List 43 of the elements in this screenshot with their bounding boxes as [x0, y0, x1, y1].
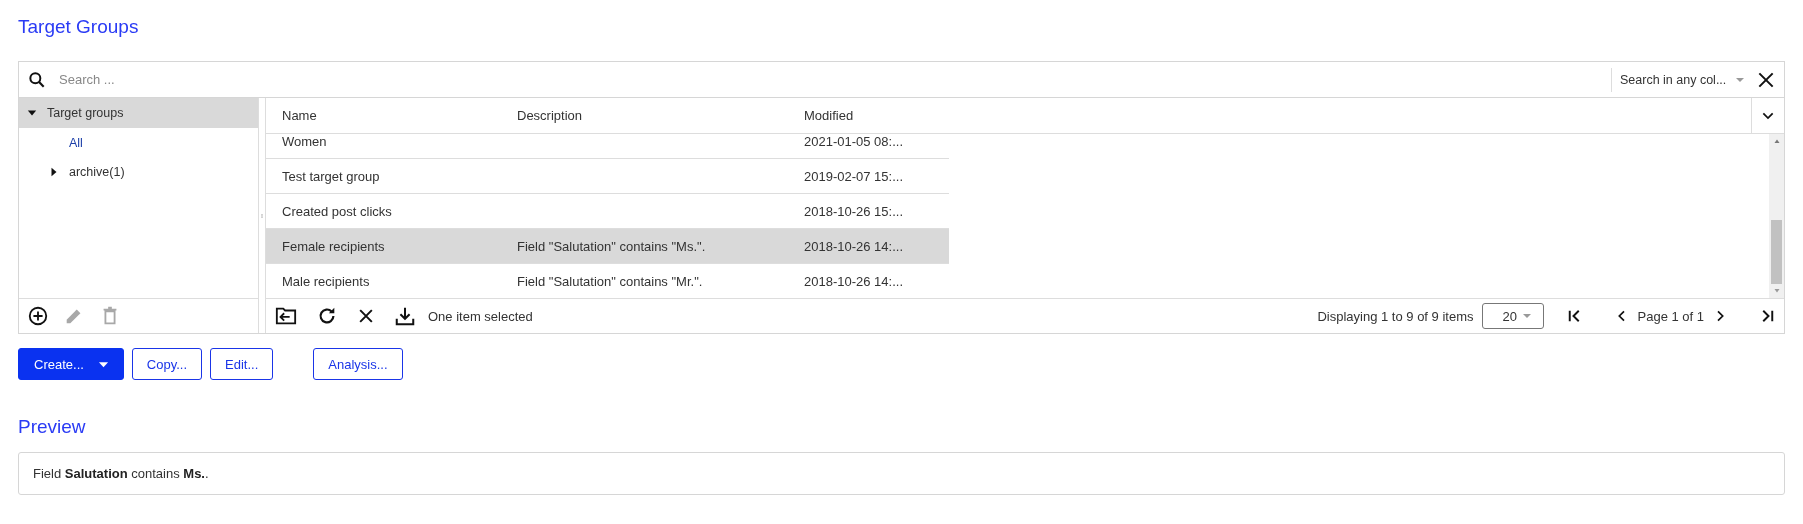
scroll-up-icon[interactable]: [1772, 138, 1781, 144]
column-header[interactable]: Modified: [788, 108, 949, 123]
download-icon[interactable]: [394, 305, 416, 327]
action-button[interactable]: Edit...: [210, 348, 274, 380]
tree-item[interactable]: archive(1): [19, 157, 258, 186]
table-cell-text: Field "Salutation" contains "Ms.".: [516, 238, 707, 254]
table-cell-text: 2018-10-26 15:...: [803, 203, 905, 219]
search-scope-dropdown[interactable]: Search in any col...: [1611, 67, 1746, 92]
table-row[interactable]: Female recipients Field "Salutation" contains "Ms.". 2018-10-26 14:...: [266, 229, 949, 264]
search-field[interactable]: Search ...: [57, 66, 1601, 93]
table-cell-text: 2018-10-26 14:...: [803, 238, 905, 254]
tree-item[interactable]: All: [19, 128, 258, 157]
page-size-dropdown[interactable]: 20: [1481, 303, 1544, 329]
table-cell-text: Field "Salutation" contains "Mr.".: [516, 273, 704, 289]
search-icon: [27, 69, 47, 90]
table-row[interactable]: Women 2021-01-05 08:...: [266, 134, 949, 159]
table-cell-text: 2019-02-07 15:...: [803, 168, 905, 184]
selection-status: One item selected: [428, 308, 533, 324]
add-icon[interactable]: [27, 305, 49, 327]
table-row[interactable]: Test target group 2019-02-07 15:...: [266, 159, 949, 194]
section-heading: Preview: [18, 416, 86, 437]
section-heading: Target Groups: [18, 16, 139, 37]
caret-down-icon[interactable]: [27, 108, 37, 118]
table-cell-text: Female recipients: [281, 238, 386, 254]
scrollbar-thumb[interactable]: [1771, 220, 1782, 284]
scrollbar[interactable]: [1769, 134, 1784, 298]
table-cell-text: Created post clicks: [281, 203, 393, 219]
table-cell-text: Women: [281, 134, 328, 149]
tree-item[interactable]: Target groups: [19, 98, 258, 128]
paging-summary: Displaying 1 to 9 of 9 items: [1317, 308, 1474, 324]
folder-move-icon[interactable]: [274, 305, 298, 327]
column-header[interactable]: Name: [266, 108, 501, 123]
caret-right-icon[interactable]: [49, 166, 59, 177]
table-cell-text: Male recipients: [281, 273, 371, 289]
preview-text: Field Salutation contains Ms..: [33, 466, 209, 481]
table-cell-text: 2018-10-26 14:...: [803, 273, 905, 289]
table-cell-text: 2021-01-05 08:...: [803, 134, 905, 149]
column-header[interactable]: Description: [501, 108, 788, 123]
table-cell-text: Test target group: [281, 168, 381, 184]
page-indicator: Page 1 of 1: [1637, 308, 1704, 324]
action-button[interactable]: Create...: [18, 348, 124, 380]
action-button[interactable]: Copy...: [131, 348, 203, 380]
table-row[interactable]: Male recipients Field "Salutation" contains "Mr.". 2018-10-26 14:...: [266, 264, 949, 298]
